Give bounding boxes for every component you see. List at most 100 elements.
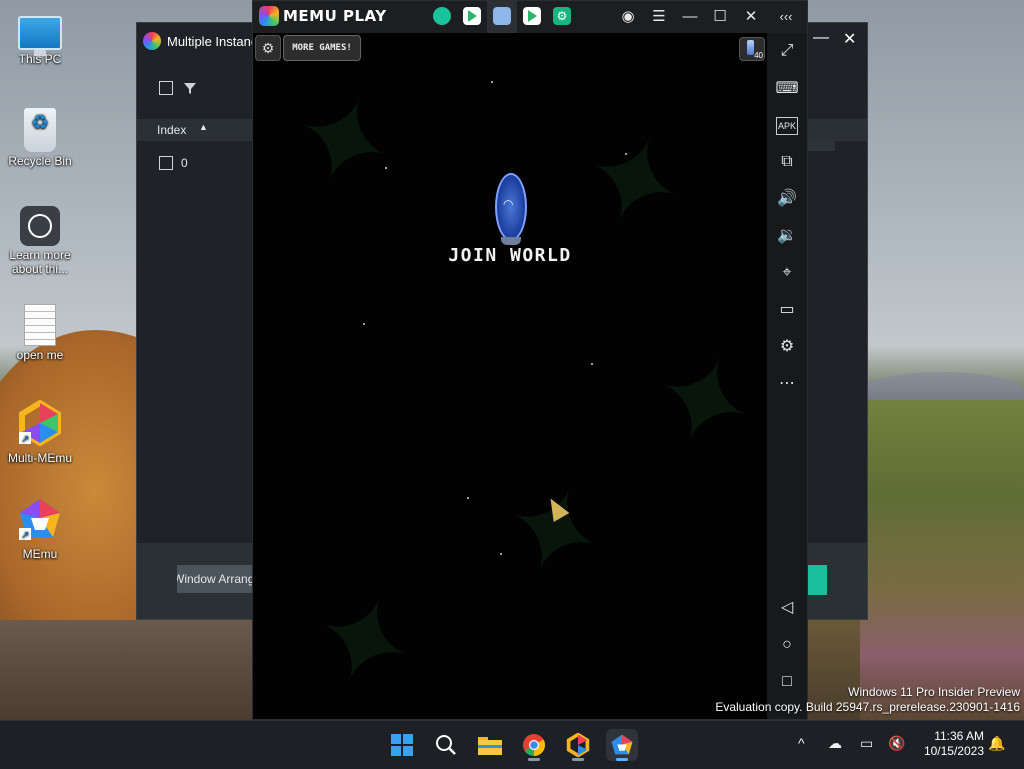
row-index: 0 [181,156,188,170]
minimize-button[interactable]: — [679,5,701,29]
account-icon[interactable]: ◉ [617,5,639,29]
memu-title-bar: MEMU PLAY ⚙ ◉ ☰ — ☐ ✕ ‹‹‹ [253,1,807,33]
notification-bell-icon[interactable]: 🔔 [988,735,1005,752]
background-leaf-decoration: ✦ [293,561,434,719]
game-avatar-tab-icon [493,7,511,25]
background-leaf-decoration: ✦ [483,451,624,613]
memu-taskbar-button[interactable] [606,729,638,761]
onedrive-icon[interactable]: ☁ [828,735,842,752]
star [363,323,365,325]
maximize-button[interactable]: ☐ [709,5,731,29]
app-settings-tab-icon[interactable]: ⚙ [553,7,571,25]
clock-date: 10/15/2023 [923,744,984,758]
column-header-index[interactable]: Index [157,123,186,137]
show-hidden-icons-button[interactable]: ^ [798,735,805,751]
location-button[interactable]: ⌖ [773,259,801,287]
more-games-button[interactable]: MORE GAMES! [283,35,361,61]
start-instance-button[interactable] [805,565,827,595]
running-indicator [572,758,584,761]
desktop-icon-learn-more[interactable]: Learn more about thi... [2,206,78,276]
svg-text:↗: ↗ [21,434,29,445]
search-button[interactable] [430,729,462,761]
desktop-icon-multi-memu[interactable]: ↗ Multi-MEmu [2,399,78,465]
desktop-icon-open-me[interactable]: open me [2,304,78,362]
recycle-bin-icon [24,108,56,152]
volume-muted-icon[interactable]: 🔇 [888,735,905,752]
select-all-checkbox[interactable] [159,81,173,95]
play-store-tab-icon-2[interactable] [523,7,541,25]
join-world-label[interactable]: JOIN WORLD [253,245,767,266]
taskbar-clock[interactable]: 11:36 AM 10/15/2023 [916,729,984,759]
running-indicator [528,758,540,761]
game-settings-button[interactable]: ⚙ [255,35,281,61]
clock-time: 11:36 AM [934,729,984,743]
network-icon[interactable]: ▭ [860,735,873,752]
filter-icon[interactable] [183,81,197,95]
background-leaf-decoration: ✦ [633,321,767,483]
portal-base [501,237,521,245]
active-indicator [616,758,628,761]
desktop-icon-label: Recycle Bin [8,154,72,168]
add-window-button[interactable]: ⧉ [773,148,801,176]
watermark-line-2: Evaluation copy. Build 25947.rs_prerelea… [715,700,1020,714]
memu-taskbar-icon [611,734,633,755]
learn-more-icon [20,206,60,246]
android-back-button[interactable]: ◁ [773,594,801,622]
multi-memu-taskbar-button[interactable] [562,729,594,761]
row-checkbox[interactable] [159,156,173,170]
memu-brand: MEMU PLAY [259,6,387,26]
volume-down-button[interactable]: 🔉 [773,222,801,250]
app-tab-green-circle-icon[interactable] [433,7,451,25]
star [500,553,502,555]
background-leaf-decoration: ✦ [563,101,704,263]
stamina-value: 40 [754,51,763,60]
star [467,497,469,499]
multi-minimize-button[interactable]: — [813,29,829,47]
install-apk-button[interactable]: APK [776,117,798,135]
volume-up-button[interactable]: 🔊 [773,185,801,213]
star [385,167,387,169]
desktop-icon-recycle-bin[interactable]: Recycle Bin [2,108,78,168]
multi-close-button[interactable]: ✕ [843,29,856,49]
close-button[interactable]: ✕ [740,5,762,29]
memu-brand-text: MEMU PLAY [283,7,387,25]
desktop-icon-memu[interactable]: ↗ MEmu [2,496,78,561]
memu-logo-icon [259,6,279,26]
background-leaf-decoration: ✦ [273,61,414,223]
fullscreen-button[interactable]: ⤢ [773,37,801,65]
memu-icon: ↗ [19,499,60,541]
menu-icon[interactable]: ☰ [648,5,670,29]
stamina-indicator[interactable]: 40 [739,37,765,61]
android-home-button[interactable]: ○ [773,631,801,659]
keyboard-mapping-button[interactable]: ⌨ [773,75,801,103]
settings-button[interactable]: ⚙ [773,333,801,361]
computer-icon [18,16,62,56]
wallpaper-field [860,400,1024,720]
multi-memu-icon: ↗ [19,399,61,447]
star [625,153,627,155]
multi-memu-logo-icon [143,32,161,50]
start-button[interactable] [386,729,418,761]
memu-window: MEMU PLAY ⚙ ◉ ☰ — ☐ ✕ ‹‹‹ ✦ ✦ ✦ ✦ ✦ ⚙ MO… [252,0,808,720]
file-explorer-button[interactable] [474,729,506,761]
text-document-icon [24,304,56,346]
desktop-icon-label: Multi-MEmu [7,451,72,465]
play-store-tab-icon[interactable] [463,7,481,25]
desktop-icon-label: MEmu [22,547,58,561]
game-screen[interactable]: ✦ ✦ ✦ ✦ ✦ ⚙ MORE GAMES! 40 ◠ JOIN WORLD [253,33,767,719]
star [591,363,593,365]
chrome-icon [523,734,545,756]
active-app-tab[interactable] [487,1,517,33]
shared-folder-button[interactable]: ▭ [773,296,801,324]
desktop-icon-this-pc[interactable]: This PC [2,8,78,66]
more-options-button[interactable]: ⋯ [773,370,801,398]
chrome-button[interactable] [518,729,550,761]
window-arrange-button[interactable]: Window Arrange [177,565,257,593]
folder-icon [478,737,502,755]
taskbar: ^ ☁ ▭ 🔇 11:36 AM 10/15/2023 🔔 [0,720,1024,769]
collapse-sidebar-button[interactable]: ‹‹‹ [775,5,797,29]
sort-ascending-icon: ▲ [199,122,208,132]
memu-sidebar: ⤢ ⌨ APK ⧉ 🔊 🔉 ⌖ ▭ ⚙ ⋯ ◁ ○ □ [767,33,807,719]
watermark-line-1: Windows 11 Pro Insider Preview [848,685,1020,699]
desktop-icon-label: open me [16,348,64,362]
